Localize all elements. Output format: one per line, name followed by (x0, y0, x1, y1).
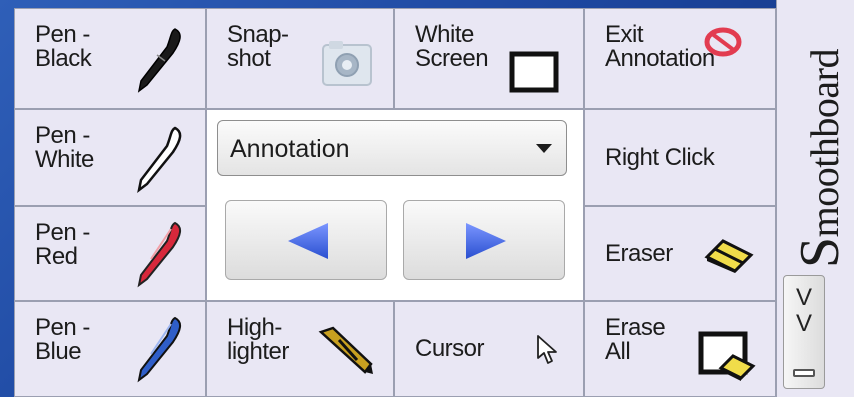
next-page-button[interactable] (403, 200, 565, 280)
exit-annotation-button[interactable]: Exit Annotation (584, 8, 776, 109)
collapse-v-top: V (795, 284, 812, 311)
pen-red-button[interactable]: Pen - Red (14, 206, 206, 301)
pen-blue-label: Pen - Blue (35, 314, 90, 365)
erase-all-button[interactable]: Erase All (584, 301, 776, 397)
exit-icon (704, 27, 742, 57)
mode-select-value: Annotation (230, 135, 350, 163)
brand-initial: S (789, 237, 851, 268)
erase-all-label: Erase All (605, 314, 666, 365)
brand-rest: moothboard (802, 49, 847, 238)
smoothboard-sidebar: Smoothboard V V (776, 0, 854, 397)
cursor-icon (537, 335, 557, 364)
pen-black-label: Pen - Black (35, 21, 92, 72)
pen-black-icon (137, 28, 181, 93)
right-click-button[interactable]: Right Click (584, 109, 776, 206)
exit-annotation-label: Exit Annotation (605, 21, 715, 72)
collapse-v-bottom: V (795, 310, 812, 337)
pen-red-label: Pen - Red (35, 219, 90, 270)
arrow-left-icon (288, 223, 328, 259)
annotation-toolbar: Pen - Black Snap- shot White Screen Exit… (14, 8, 776, 397)
brand-logo-text: Smoothboard (788, 49, 852, 268)
eraser-button[interactable]: Eraser (584, 206, 776, 301)
camera-icon (322, 41, 372, 86)
snapshot-label: Snap- shot (227, 21, 289, 72)
minimize-icon (793, 369, 815, 377)
cursor-button[interactable]: Cursor (394, 301, 584, 397)
cursor-label: Cursor (415, 335, 485, 362)
mode-select[interactable]: Annotation (217, 120, 567, 176)
collapse-toolbar-button[interactable]: V V (783, 275, 825, 389)
right-click-label: Right Click (605, 143, 715, 171)
white-screen-icon (509, 51, 559, 93)
arrow-right-icon (466, 223, 506, 259)
pen-blue-icon (137, 316, 181, 383)
eraser-label: Eraser (605, 239, 673, 267)
white-screen-label: White Screen (415, 21, 489, 72)
pen-blue-button[interactable]: Pen - Blue (14, 301, 206, 397)
pen-red-icon (137, 221, 181, 288)
erase-all-icon (698, 331, 756, 381)
pen-white-label: Pen - White (35, 122, 94, 173)
highlighter-button[interactable]: High- lighter (206, 301, 394, 397)
white-screen-button[interactable]: White Screen (394, 8, 584, 109)
highlighter-label: High- lighter (227, 314, 289, 365)
mode-panel: Annotation (206, 109, 584, 301)
eraser-icon (704, 239, 754, 273)
chevron-down-icon (536, 144, 552, 153)
previous-page-button[interactable] (225, 200, 387, 280)
pen-black-button[interactable]: Pen - Black (14, 8, 206, 109)
pen-white-icon (137, 126, 182, 193)
highlighter-icon (318, 326, 373, 374)
snapshot-button[interactable]: Snap- shot (206, 8, 394, 109)
pen-white-button[interactable]: Pen - White (14, 109, 206, 206)
